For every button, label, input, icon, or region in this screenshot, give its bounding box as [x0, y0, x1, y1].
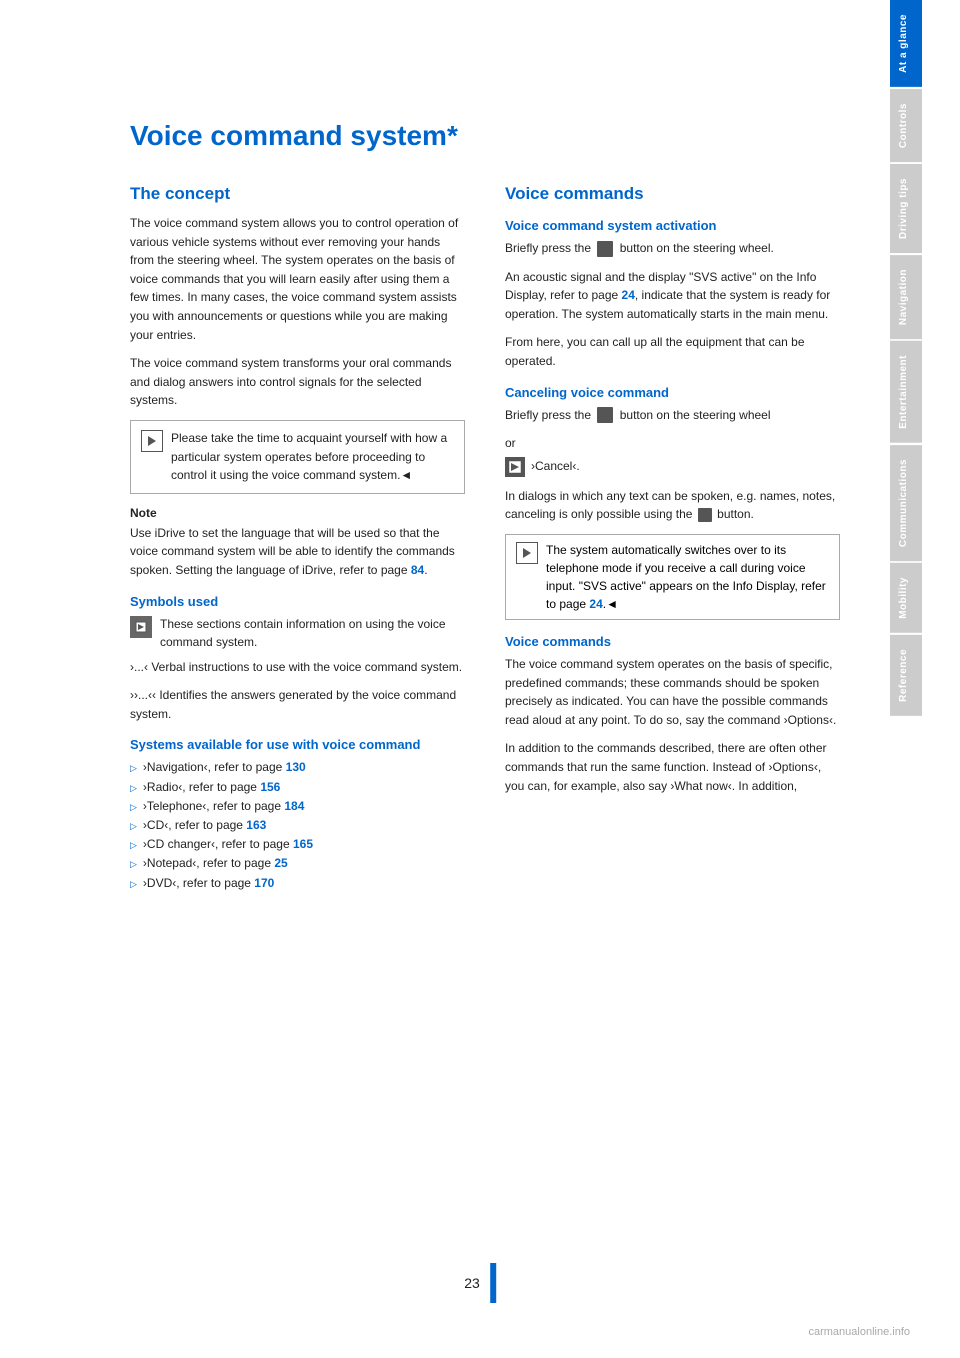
list-item: ›Notepad‹, refer to page 25 [130, 854, 465, 873]
symbol3-text: ››...‹‹ Identifies the answers generated… [130, 686, 465, 723]
list-item: ›DVD‹, refer to page 170 [130, 874, 465, 893]
button-icon-cancel2 [698, 508, 712, 522]
concept-note-box: Please take the time to acquaint yoursel… [130, 420, 465, 494]
sidebar-tab-driving-tips[interactable]: Driving tips [890, 164, 922, 253]
sidebar-tab-navigation[interactable]: Navigation [890, 255, 922, 339]
page-number: 23 [464, 1275, 480, 1291]
note-arrow-icon [141, 430, 163, 452]
cancel-info-text: The system automatically switches over t… [546, 541, 829, 613]
note-section-body: Use iDrive to set the language that will… [130, 524, 465, 580]
page-title: Voice command system* [130, 120, 840, 152]
sidebar: At a glance Controls Driving tips Naviga… [890, 0, 922, 1358]
cancel-voice-icon [505, 457, 525, 477]
list-item: ›Telephone‹, refer to page 184 [130, 797, 465, 816]
systems-list: ›Navigation‹, refer to page 130 ›Radio‹,… [130, 758, 465, 892]
cancel-row: ›Cancel‹. [505, 457, 840, 477]
symbol1-icon [130, 616, 152, 638]
concept-body2: The voice command system transforms your… [130, 354, 465, 410]
activation-body1: Briefly press the button on the steering… [505, 239, 840, 258]
concept-note-text: Please take the time to acquaint yoursel… [171, 429, 454, 485]
sidebar-tab-mobility[interactable]: Mobility [890, 563, 922, 633]
systems-title: Systems available for use with voice com… [130, 737, 465, 752]
list-item: ›CD changer‹, refer to page 165 [130, 835, 465, 854]
cancel-subtitle: Canceling voice command [505, 385, 840, 400]
commands-body2: In addition to the commands described, t… [505, 739, 840, 795]
sidebar-tab-communications[interactable]: Communications [890, 445, 922, 561]
concept-body1: The voice command system allows you to c… [130, 214, 465, 344]
list-item: ›Navigation‹, refer to page 130 [130, 758, 465, 777]
button-icon-steering [597, 241, 613, 257]
watermark: carmanualonline.info [808, 1326, 910, 1338]
cancel-body1: Briefly press the button on the steering… [505, 406, 840, 425]
list-item: ›Radio‹, refer to page 156 [130, 778, 465, 797]
info-arrow-icon [516, 542, 538, 564]
sidebar-tab-entertainment[interactable]: Entertainment [890, 341, 922, 443]
activation-body3: An acoustic signal and the display "SVS … [505, 268, 840, 324]
button-icon-cancel [597, 407, 613, 423]
symbol2-text: ›...‹ Verbal instructions to use with th… [130, 658, 465, 677]
page-number-line [490, 1263, 496, 1303]
or-text: or [505, 434, 840, 453]
commands-subtitle: Voice commands [505, 634, 840, 649]
commands-body1: The voice command system operates on the… [505, 655, 840, 729]
symbol1-row: These sections contain information on us… [130, 615, 465, 652]
voice-commands-title: Voice commands [505, 184, 840, 204]
activation-subtitle: Voice command system activation [505, 218, 840, 233]
sidebar-tab-controls[interactable]: Controls [890, 89, 922, 162]
list-item: ›CD‹, refer to page 163 [130, 816, 465, 835]
sidebar-tab-at-a-glance[interactable]: At a glance [890, 0, 922, 87]
concept-title: The concept [130, 184, 465, 204]
cancel-body3: In dialogs in which any text can be spok… [505, 487, 840, 524]
activation-body5: From here, you can call up all the equip… [505, 333, 840, 370]
note-section-title: Note [130, 506, 465, 520]
symbols-title: Symbols used [130, 594, 465, 609]
sidebar-tab-reference[interactable]: Reference [890, 635, 922, 716]
cancel-info-box: The system automatically switches over t… [505, 534, 840, 620]
